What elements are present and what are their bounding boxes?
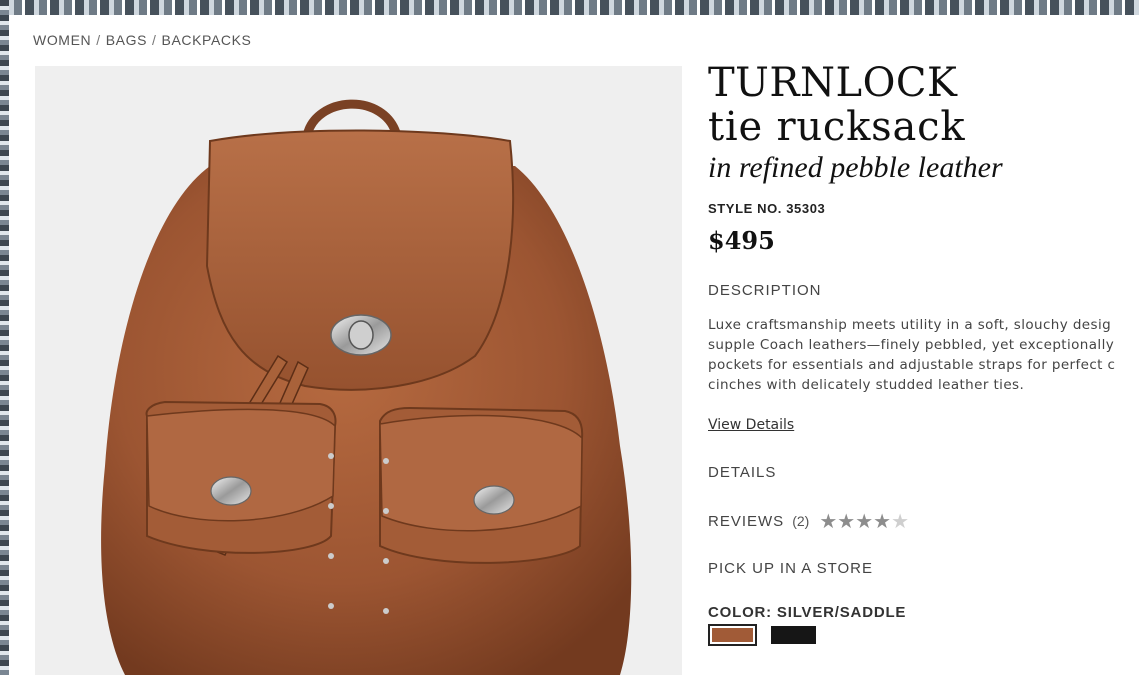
product-title-line2: tie rucksack xyxy=(708,104,966,150)
backpack-icon xyxy=(101,99,632,675)
swatch-black[interactable] xyxy=(769,624,818,646)
style-number: STYLE NO. 35303 xyxy=(708,201,826,216)
breadcrumb-separator: / xyxy=(96,32,101,48)
star-icon: ★ xyxy=(837,509,856,533)
product-info: TURNLOCK tie rucksack in refined pebble … xyxy=(708,61,1139,646)
swatch-saddle-fill xyxy=(712,628,753,642)
star-icon: ★ xyxy=(819,509,838,533)
description-text: Luxe craftsmanship meets utility in a so… xyxy=(708,315,1139,395)
description-line: Luxe craftsmanship meets utility in a so… xyxy=(708,317,1112,333)
reviews-count: (2) xyxy=(792,513,810,529)
description-line: cinches with delicately studded leather … xyxy=(708,377,1025,393)
description-line: supple Coach leathers—finely pebbled, ye… xyxy=(708,337,1115,353)
breadcrumb-women[interactable]: WOMEN xyxy=(33,32,91,48)
star-icon: ★ xyxy=(873,509,892,533)
breadcrumb: WOMEN / BAGS / BACKPACKS xyxy=(33,32,251,48)
reviews-heading[interactable]: REVIEWS xyxy=(708,513,784,530)
details-heading[interactable]: DETAILS xyxy=(708,464,1139,481)
breadcrumb-separator: / xyxy=(152,32,157,48)
star-empty-icon: ★ xyxy=(891,509,909,533)
star-icon: ★ xyxy=(855,509,874,533)
view-details-link[interactable]: View Details xyxy=(708,417,794,433)
description-line: pockets for essentials and adjustable st… xyxy=(708,357,1116,373)
background-strip-left xyxy=(0,0,9,675)
swatch-saddle[interactable] xyxy=(708,624,757,646)
product-subtitle: in refined pebble leather xyxy=(708,151,1003,184)
breadcrumb-bags[interactable]: BAGS xyxy=(106,32,147,48)
color-label: COLOR: SILVER/SADDLE xyxy=(708,604,907,621)
background-strip-top xyxy=(0,0,1139,15)
pickup-in-store-heading[interactable]: PICK UP IN A STORE xyxy=(708,560,1139,577)
product-title-line1: TURNLOCK xyxy=(708,60,958,106)
product-image[interactable] xyxy=(35,66,682,675)
color-swatches xyxy=(708,624,1139,646)
breadcrumb-backpacks[interactable]: BACKPACKS xyxy=(162,32,252,48)
product-panel: WOMEN / BAGS / BACKPACKS TURNLOCK tie ru… xyxy=(9,15,1139,675)
description-heading[interactable]: DESCRIPTION xyxy=(708,282,1139,299)
reviews-row[interactable]: REVIEWS (2) ★ ★ ★ ★ ★ xyxy=(708,511,1139,531)
rating-stars: ★ ★ ★ ★ ★ xyxy=(819,511,909,531)
product-price: $495 xyxy=(708,226,775,255)
